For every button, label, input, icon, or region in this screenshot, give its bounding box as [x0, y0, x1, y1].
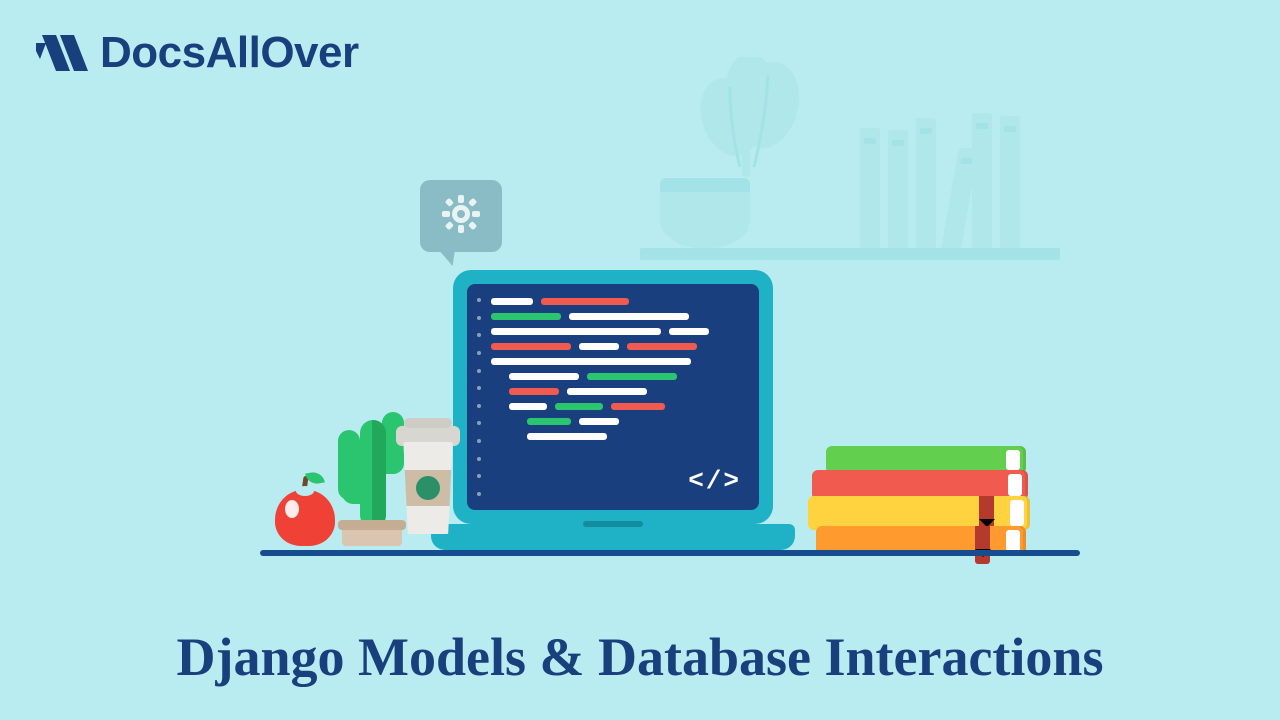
shelf-books-icon [860, 113, 1020, 248]
coffee-cup-icon [400, 442, 456, 534]
plant-leaves-icon [680, 57, 820, 182]
page-title: Django Models & Database Interactions [0, 626, 1280, 688]
apple-icon [275, 490, 335, 546]
book-stack-icon [808, 450, 1028, 556]
shelf-decoration [640, 78, 1060, 260]
code-tag-icon: </> [688, 466, 741, 496]
desk-line [260, 550, 1080, 556]
illustration-scene: </> [190, 60, 1090, 600]
code-lines-icon [491, 298, 743, 440]
gear-icon [441, 194, 481, 239]
code-editor-screen: </> [467, 284, 759, 510]
plant-pot-icon [660, 178, 750, 248]
docsallover-logo-icon [36, 31, 90, 75]
gear-speech-bubble [420, 180, 502, 252]
laptop-illustration: </> [443, 270, 783, 550]
